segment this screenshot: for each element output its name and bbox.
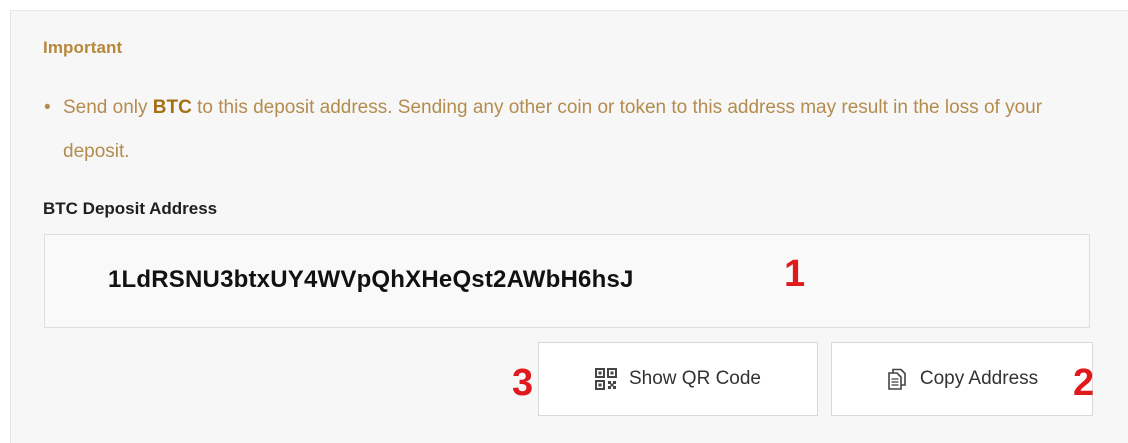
qr-code-icon [594, 368, 617, 390]
deposit-address-value[interactable]: 1LdRSNU3btxUY4WVpQhXHeQst2AWbH6hsJ [108, 266, 634, 294]
deposit-warning: • Send only BTC to this deposit address.… [44, 86, 1093, 174]
warning-text-after: to this deposit address. Sending any oth… [63, 97, 1043, 162]
annotation-marker-3: 3 [512, 362, 534, 404]
copy-icon [886, 368, 908, 390]
copy-address-button[interactable]: Copy Address [831, 342, 1093, 416]
deposit-address-label: BTC Deposit Address [43, 199, 218, 218]
important-title: Important [43, 38, 123, 57]
copy-address-label: Copy Address [919, 368, 1039, 389]
annotation-marker-1: 1 [784, 253, 806, 295]
show-qr-code-label: Show QR Code [628, 368, 761, 389]
warning-text-before: Send only [63, 97, 153, 118]
annotation-marker-2: 2 [1073, 362, 1095, 404]
show-qr-code-button[interactable]: Show QR Code [538, 342, 818, 416]
warning-coin: BTC [152, 97, 192, 118]
bullet-point: • [44, 97, 51, 118]
